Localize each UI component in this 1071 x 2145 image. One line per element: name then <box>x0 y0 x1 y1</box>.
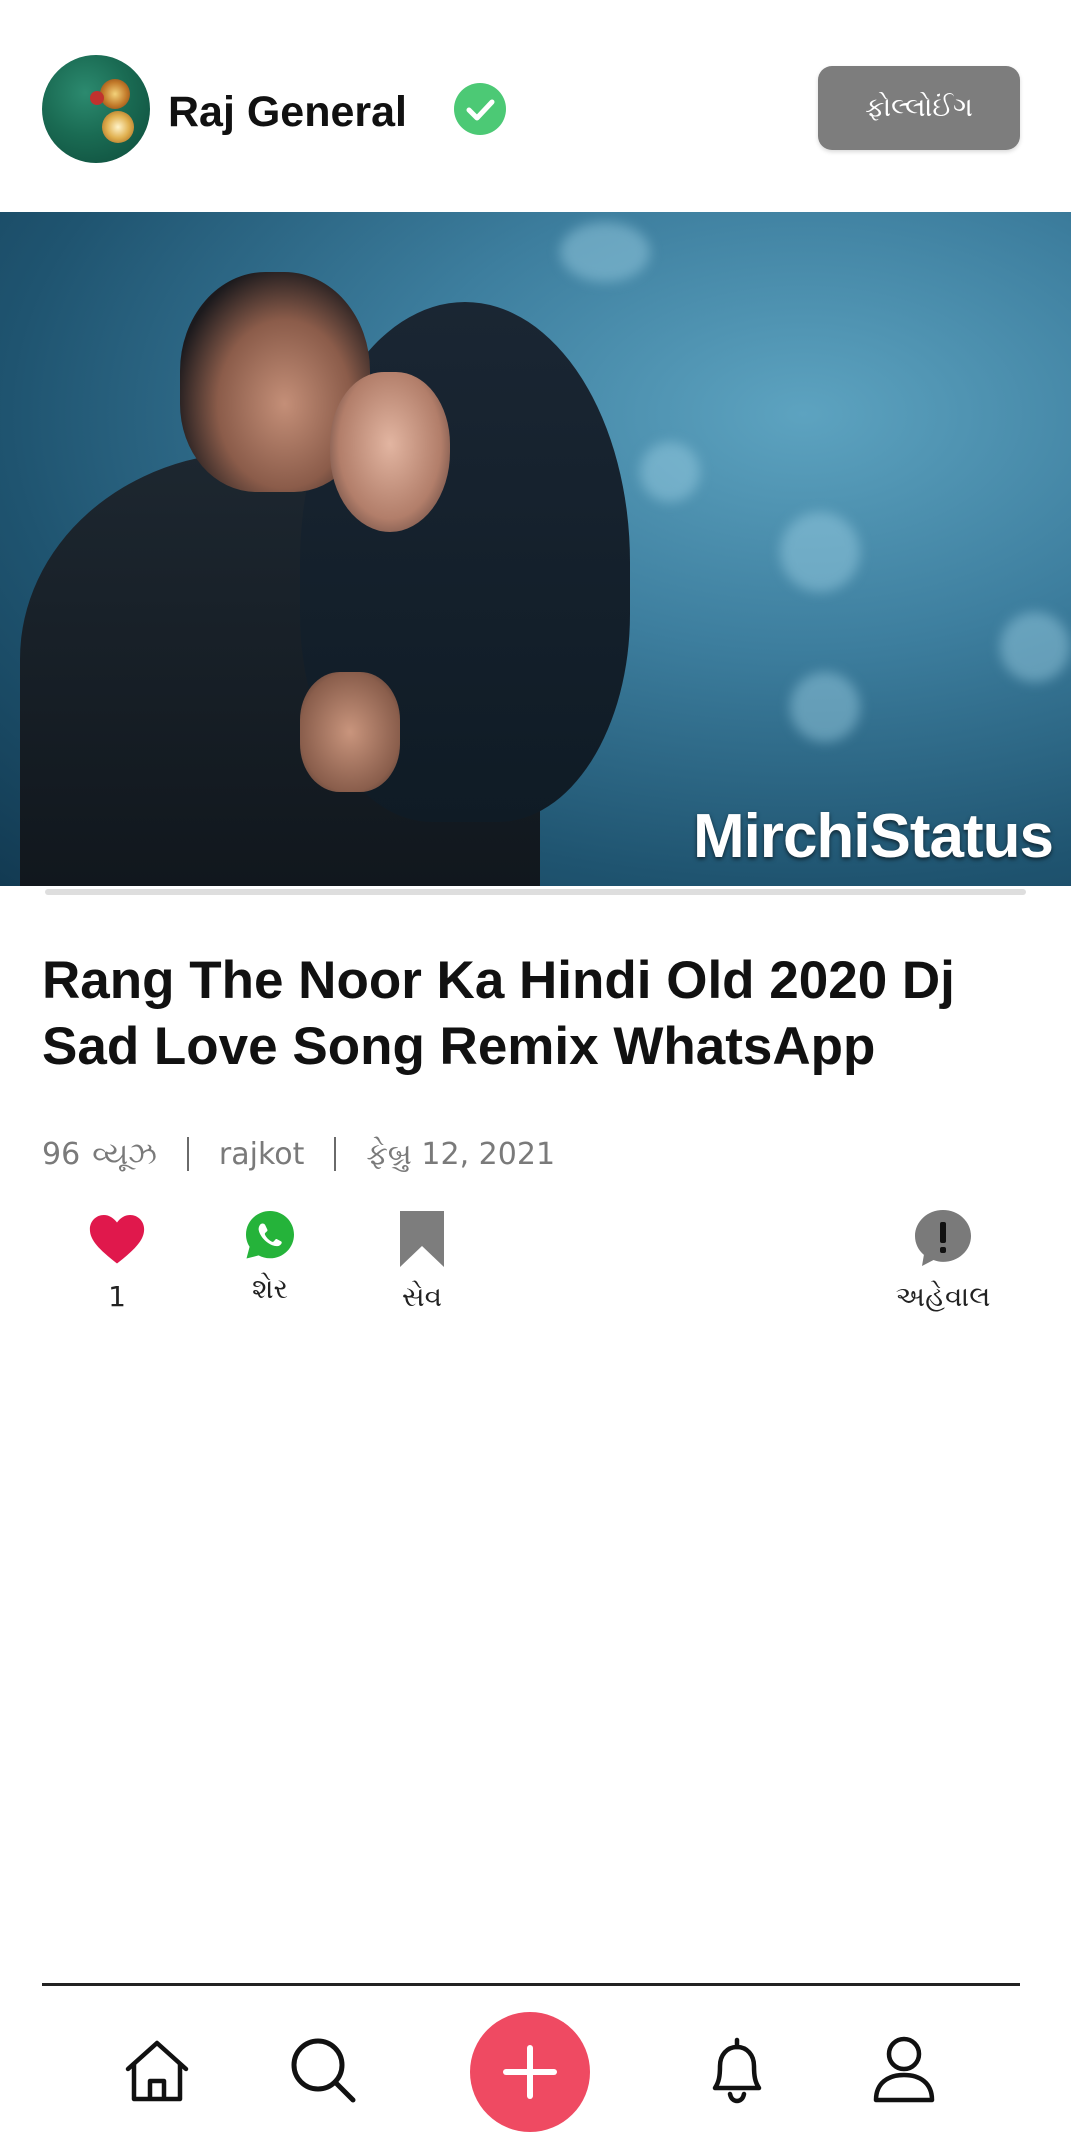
post-date: ફેબ્રુ 12, 2021 <box>366 1136 556 1172</box>
post-header: Raj General ફોલ્લોઈંગ <box>0 0 1071 212</box>
bokeh-light <box>560 222 650 282</box>
whatsapp-icon <box>246 1211 294 1259</box>
meta-divider <box>334 1137 337 1171</box>
views-count: 96 <box>42 1136 81 1172</box>
video-figure <box>330 372 450 532</box>
avatar[interactable] <box>42 55 150 163</box>
report-button[interactable]: અહેવાલ <box>883 1208 1003 1314</box>
nav-notifications[interactable] <box>697 2030 777 2110</box>
like-count: 1 <box>108 1280 126 1313</box>
nav-profile[interactable] <box>864 2030 944 2110</box>
post-title: Rang The Noor Ka Hindi Old 2020 Dj Sad L… <box>42 951 955 1076</box>
save-label: સેવ <box>401 1280 443 1313</box>
report-label: અહેવાલ <box>895 1280 991 1313</box>
username[interactable]: Raj General <box>168 82 407 142</box>
report-icon <box>915 1210 971 1266</box>
bokeh-light <box>780 512 860 592</box>
meta-divider <box>186 1137 189 1171</box>
search-icon <box>291 2038 356 2103</box>
verified-icon <box>454 83 506 135</box>
home-icon <box>125 2040 189 2102</box>
save-button[interactable]: સેવ <box>362 1208 482 1314</box>
nav-search[interactable] <box>283 2030 363 2110</box>
bokeh-light <box>1000 612 1070 682</box>
avatar-ornament <box>102 111 134 143</box>
nav-home[interactable] <box>117 2030 197 2110</box>
like-button[interactable]: 1 <box>57 1208 177 1313</box>
bokeh-light <box>790 672 860 742</box>
video-player[interactable]: MirchiStatus <box>0 212 1071 886</box>
bottom-nav-divider <box>42 1983 1020 1986</box>
video-watermark: MirchiStatus <box>692 802 1054 871</box>
views-label: વ્યૂઝ <box>92 1136 157 1172</box>
share-label: શેર <box>251 1272 289 1305</box>
bell-icon <box>712 2037 762 2104</box>
following-button[interactable]: ફોલ્લોઈંગ <box>818 66 1020 150</box>
video-figure <box>300 672 400 792</box>
add-icon <box>503 2045 557 2099</box>
avatar-ornament <box>100 79 130 109</box>
bookmark-icon <box>400 1211 444 1267</box>
bokeh-light <box>640 442 700 502</box>
nav-add-button[interactable] <box>470 2012 590 2132</box>
location: rajkot <box>218 1136 305 1172</box>
heart-icon <box>89 1214 145 1264</box>
profile-icon <box>873 2036 935 2103</box>
avatar-ornament <box>90 91 104 105</box>
video-progress-bar[interactable] <box>45 889 1026 895</box>
share-button[interactable]: શેર <box>210 1208 330 1306</box>
post-meta: 96 વ્યૂઝ rajkot ફેબ્રુ 12, 2021 <box>42 1134 555 1174</box>
